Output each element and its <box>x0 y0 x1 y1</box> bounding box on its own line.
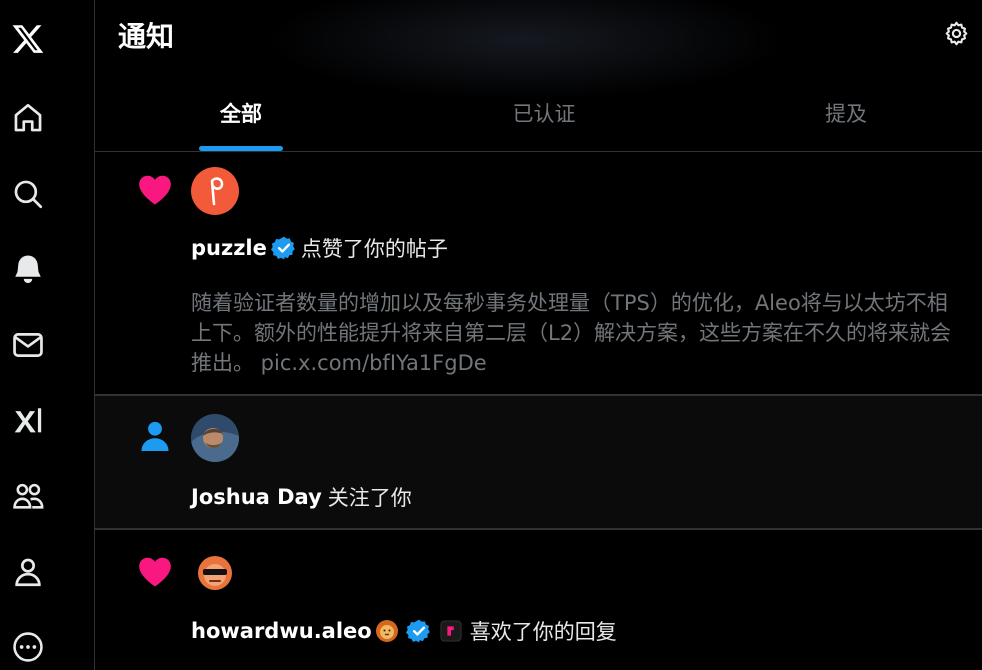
post-excerpt[interactable]: 随着验证者数量的增加以及每秒事务处理量（TPS）的优化，Aleo将与以太坊不相上… <box>191 288 966 378</box>
search-icon[interactable] <box>5 171 51 217</box>
follow-person-icon <box>135 416 175 456</box>
verified-badge-icon <box>270 235 297 261</box>
page-title: 通知 <box>118 20 175 53</box>
profile-icon[interactable] <box>5 549 51 595</box>
avatar[interactable] <box>191 549 239 597</box>
home-icon[interactable] <box>5 95 51 141</box>
heart-icon <box>135 552 175 592</box>
tab-label: 已认证 <box>512 102 576 126</box>
heart-icon <box>135 170 175 210</box>
grok-icon[interactable] <box>5 398 51 444</box>
username[interactable]: Joshua Day <box>191 485 322 509</box>
notifications-icon[interactable] <box>5 246 51 292</box>
notification-text: puzzle 点赞了你的帖子 <box>191 233 448 263</box>
communities-icon[interactable] <box>5 473 51 519</box>
active-tab-indicator <box>199 146 283 151</box>
tab-label: 全部 <box>220 102 262 126</box>
notification-action: 喜欢了你的回复 <box>469 620 617 644</box>
notification-item[interactable]: puzzle 点赞了你的帖子 随着验证者数量的增加以及每秒事务处理量（TPS）的… <box>95 152 982 396</box>
notification-text: howardwu.aleo 喜欢了你的回复 <box>191 616 617 646</box>
settings-gear-icon[interactable] <box>940 17 972 49</box>
messages-icon[interactable] <box>5 322 51 368</box>
verified-badge-icon <box>405 618 432 644</box>
username[interactable]: howardwu.aleo <box>191 619 372 643</box>
tab-verified[interactable]: 已认证 <box>444 92 644 152</box>
notification-text: Joshua Day 关注了你 <box>191 482 412 512</box>
notification-item[interactable]: Joshua Day 关注了你 <box>95 396 982 530</box>
notifications-column: 通知 全部 已认证 提及 puzzle 点赞了你的帖子 随着验证者数量的增加以及… <box>95 0 982 670</box>
tab-mentions[interactable]: 提及 <box>746 92 946 152</box>
notifications-header: 通知 全部 已认证 提及 <box>95 0 982 152</box>
username[interactable]: puzzle <box>191 236 267 260</box>
tab-label: 提及 <box>825 102 867 126</box>
avatar[interactable] <box>191 167 239 215</box>
lion-emoji-icon <box>375 619 399 643</box>
notification-action: 关注了你 <box>327 486 412 510</box>
x-logo-icon[interactable] <box>5 16 51 62</box>
avatar[interactable] <box>191 414 239 462</box>
affiliate-badge-icon <box>439 619 463 643</box>
notification-action: 点赞了你的帖子 <box>300 237 448 261</box>
notification-item[interactable]: howardwu.aleo 喜欢了你的回复 <box>95 530 982 670</box>
sidebar-nav <box>0 0 95 670</box>
tab-all[interactable]: 全部 <box>141 92 341 152</box>
more-icon[interactable] <box>5 624 51 670</box>
